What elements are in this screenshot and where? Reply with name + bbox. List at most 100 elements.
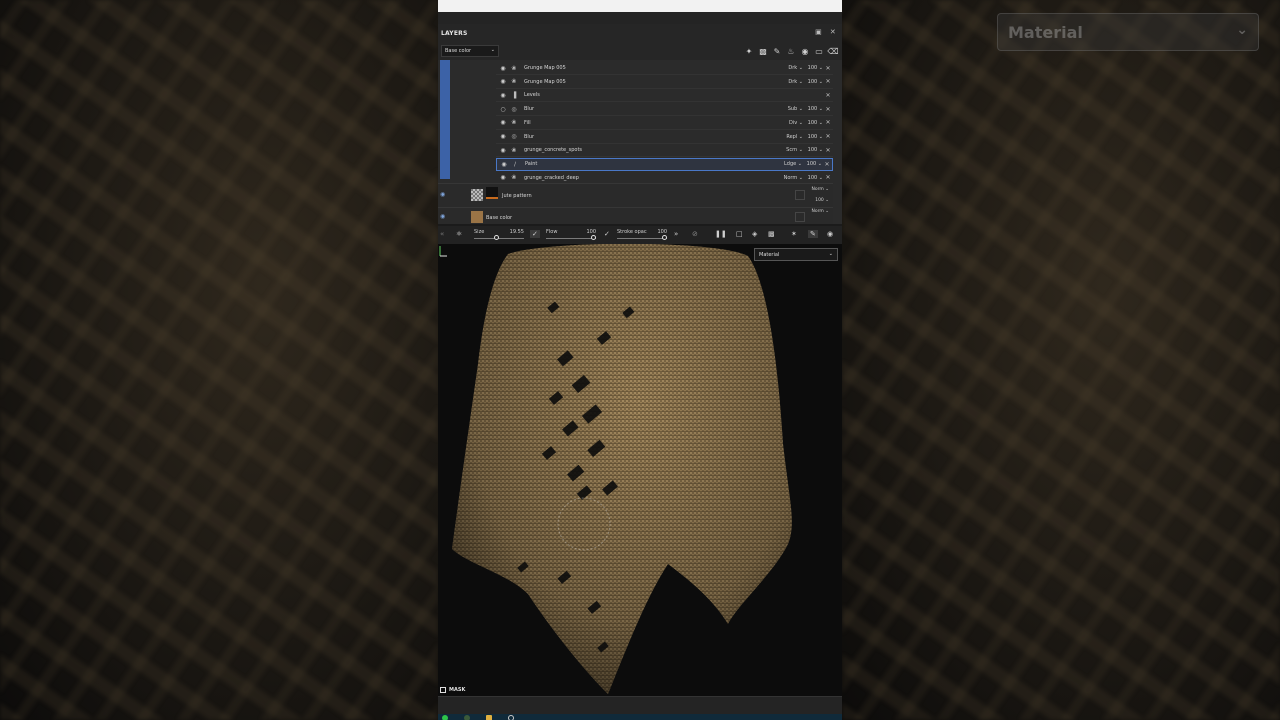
visibility-eye-icon[interactable]: ◉: [498, 147, 508, 154]
size-slider[interactable]: Size 19.55: [474, 228, 524, 242]
size-knob[interactable]: [494, 235, 500, 240]
mask-toggle[interactable]: MASK: [440, 687, 465, 693]
flow-knob[interactable]: [591, 235, 596, 240]
remove-effect-icon[interactable]: ✕: [823, 174, 833, 181]
effect-blend-mode[interactable]: Repl ⌄: [783, 134, 803, 140]
collapse-icon[interactable]: «: [440, 230, 444, 238]
remove-effect-icon[interactable]: ✕: [823, 92, 833, 99]
visibility-eye-icon[interactable]: ◉: [498, 119, 508, 126]
remove-effect-icon[interactable]: ✕: [823, 133, 833, 140]
add-folder-icon[interactable]: ▭: [814, 46, 824, 56]
remove-effect-icon[interactable]: ✕: [823, 65, 833, 72]
search-icon[interactable]: [508, 715, 514, 720]
undock-icon[interactable]: ▣: [815, 28, 822, 36]
add-fill-layer-icon[interactable]: ♨: [786, 46, 796, 56]
remove-effect-icon[interactable]: ✕: [823, 147, 833, 154]
visibility-eye-icon[interactable]: ○: [498, 106, 508, 113]
layer-blend-mode[interactable]: Norm ⌄: [812, 187, 829, 192]
visibility-eye-icon[interactable]: ◉: [498, 133, 508, 140]
effect-opacity[interactable]: 100 ⌄: [803, 65, 823, 71]
effect-row[interactable]: ◉ ❀ Grunge Map 005 Drk ⌄ 100 ⌄ ✕: [496, 62, 833, 75]
effect-opacity[interactable]: 100 ⌄: [802, 161, 822, 167]
stroke-opacity-knob[interactable]: [662, 235, 667, 240]
viewport-material-select[interactable]: Material ⌄: [754, 248, 838, 261]
camera-icon[interactable]: ▩: [768, 230, 775, 238]
pen-pressure-icon[interactable]: ✓: [530, 230, 540, 238]
visibility-eye-icon[interactable]: ◉: [498, 92, 508, 99]
bake-icon[interactable]: ✶: [791, 230, 797, 238]
stroke-opacity-label: Stroke opac: [617, 229, 647, 235]
effect-blend-mode[interactable]: Drk ⌄: [783, 79, 803, 85]
effect-blend-mode[interactable]: Drk ⌄: [783, 65, 803, 71]
display-mode-icon[interactable]: ◈: [752, 230, 757, 238]
layer-blend-mode[interactable]: Norm ⌄: [812, 209, 829, 214]
effect-blend-mode[interactable]: Sub ⌄: [783, 106, 803, 112]
effect-row[interactable]: ○ ◎ Blur Sub ⌄ 100 ⌄ ✕: [496, 103, 833, 117]
effect-row[interactable]: ◉ ▐ Levels ✕: [496, 89, 833, 103]
remove-effect-icon[interactable]: ✕: [823, 119, 833, 126]
visibility-eye-icon[interactable]: ◉: [498, 78, 508, 85]
paint-brush-icon[interactable]: ✎: [808, 230, 818, 238]
flow-value: 100: [586, 229, 596, 235]
effect-blend-mode[interactable]: Div ⌄: [783, 120, 803, 126]
effect-blend-mode[interactable]: Norm ⌄: [783, 175, 803, 181]
effect-opacity[interactable]: 100 ⌄: [803, 79, 823, 85]
fill-bucket-icon: ❀: [511, 119, 517, 127]
effect-opacity[interactable]: 100 ⌄: [803, 134, 823, 140]
effect-row[interactable]: ◉ ❀ Fill Div ⌄ 100 ⌄ ✕: [496, 117, 833, 130]
app-icon-green[interactable]: [442, 715, 448, 720]
layer-row-jute[interactable]: ◉ Jute pattern Norm ⌄ 100 ⌄: [438, 183, 833, 207]
stroke-opacity-slider[interactable]: Stroke opac 100: [617, 228, 667, 242]
view-frame-icon[interactable]: □: [736, 230, 743, 238]
size-track: [474, 238, 524, 239]
effect-opacity-text: 100: [807, 106, 818, 113]
visibility-eye-icon[interactable]: ◉: [440, 213, 445, 220]
folder-icon[interactable]: [486, 715, 492, 720]
effect-row[interactable]: ◉ ❀ Grunge Map 005 Drk ⌄ 100 ⌄ ✕: [496, 76, 833, 89]
brush-shape-icon[interactable]: ⚛: [456, 230, 462, 238]
layer-option-box[interactable]: [795, 190, 805, 200]
effect-blend-mode[interactable]: Ldge ⌄: [782, 161, 802, 167]
screenshot-camera-icon[interactable]: ◉: [827, 230, 833, 238]
effect-opacity-text: 100: [807, 119, 818, 126]
add-paint-layer-icon[interactable]: ✎: [772, 46, 782, 56]
layer-row-base-color[interactable]: ◉ Base color Norm ⌄: [438, 207, 833, 224]
delete-icon[interactable]: ⌫: [827, 46, 838, 56]
effect-row[interactable]: ◉ ◎ Blur Repl ⌄ 100 ⌄ ✕: [496, 131, 833, 144]
more-options-icon[interactable]: »: [674, 230, 678, 238]
pause-icon[interactable]: ❚❚: [715, 230, 727, 238]
layer-option-box[interactable]: [795, 212, 805, 222]
3d-viewport[interactable]: Material ⌄ MASK: [438, 244, 842, 696]
effect-opacity[interactable]: 100 ⌄: [803, 106, 823, 112]
remove-effect-icon[interactable]: ✕: [823, 106, 833, 113]
symmetry-icon[interactable]: ⊘: [692, 230, 698, 238]
chevron-down-icon: ⌄: [1236, 22, 1248, 38]
effect-name: Grunge Map 005: [524, 78, 566, 85]
flow-slider[interactable]: Flow 100: [546, 228, 596, 242]
effect-opacity[interactable]: 100 ⌄: [803, 175, 823, 181]
effect-row[interactable]: ◉ ❀ grunge_concrete_spots Scrn ⌄ 100 ⌄ ✕: [496, 144, 833, 158]
effect-opacity[interactable]: 100 ⌄: [803, 120, 823, 126]
effect-opacity[interactable]: 100 ⌄: [803, 147, 823, 153]
fill-bucket-icon: ❀: [511, 64, 517, 72]
layer-opacity[interactable]: 100 ⌄: [815, 198, 829, 203]
visibility-eye-icon[interactable]: ◉: [498, 174, 508, 181]
add-effect-icon[interactable]: ✦: [744, 46, 754, 56]
remove-effect-icon[interactable]: ✕: [822, 161, 832, 168]
effect-row[interactable]: ◉ ∕ Paint Ldge ⌄ 100 ⌄ ✕: [496, 157, 833, 171]
remove-effect-icon[interactable]: ✕: [823, 78, 833, 85]
effect-blend-mode[interactable]: Scrn ⌄: [783, 147, 803, 153]
app-icon-dark[interactable]: [464, 715, 470, 720]
visibility-eye-icon[interactable]: ◉: [498, 65, 508, 72]
close-icon[interactable]: ✕: [830, 28, 836, 36]
mask-label-text: MASK: [449, 687, 466, 693]
effect-blend-text: Sub: [787, 106, 798, 113]
visibility-eye-icon[interactable]: ◉: [499, 161, 509, 168]
channel-select[interactable]: Base color ⌄: [441, 45, 499, 57]
visibility-eye-icon[interactable]: ◉: [440, 191, 445, 198]
mask-checkbox-icon: [440, 687, 446, 693]
filter-icon: ◎: [511, 105, 517, 113]
add-mask-icon[interactable]: ▩: [758, 46, 768, 56]
stroke-pressure-icon[interactable]: ✓: [604, 230, 610, 238]
add-smart-material-icon[interactable]: ◉: [800, 46, 810, 56]
